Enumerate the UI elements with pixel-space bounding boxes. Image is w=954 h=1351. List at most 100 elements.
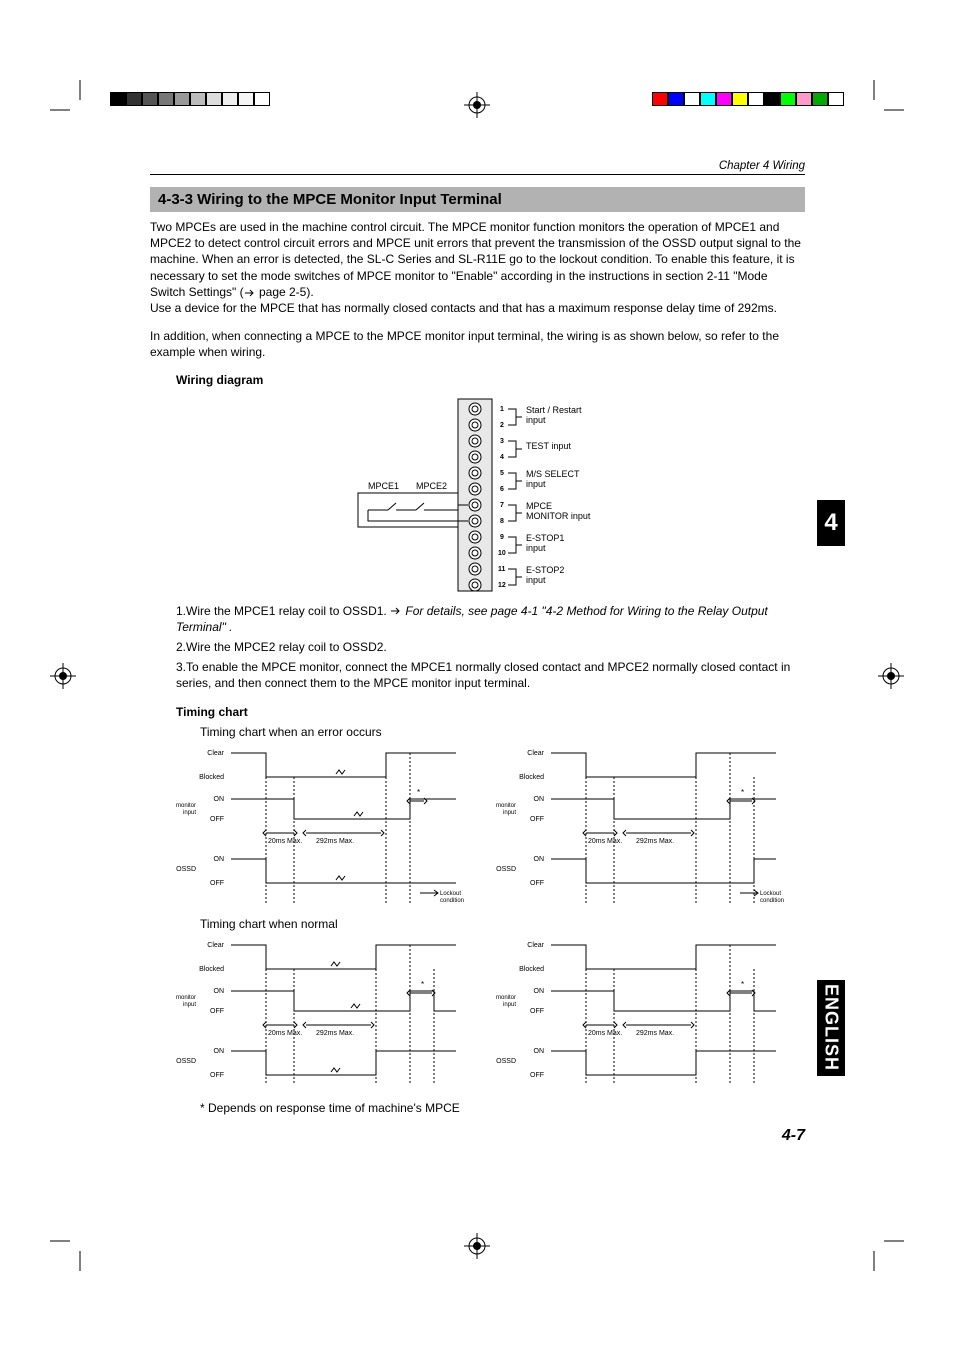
page-number: 4-7: [782, 1127, 805, 1145]
svg-text:6: 6: [500, 486, 504, 493]
svg-text:11: 11: [498, 566, 506, 573]
crop-mark-icon: [864, 1231, 904, 1271]
svg-text:E-STOP2: E-STOP2: [526, 565, 564, 575]
timing-sub-2: Timing chart when normal: [200, 917, 805, 931]
svg-text:MPCE monitor: MPCE monitor: [496, 803, 516, 809]
timing-charts-error: Clear Blocked ON MPCE monitor input OFF …: [176, 743, 805, 913]
svg-text:ON: ON: [534, 1048, 545, 1055]
svg-text:292ms Max.: 292ms Max.: [316, 838, 354, 845]
svg-text:input: input: [503, 810, 516, 816]
paragraph: Two MPCEs are used in the machine contro…: [150, 219, 805, 316]
svg-text:*: *: [741, 980, 744, 989]
svg-text:9: 9: [500, 534, 504, 541]
svg-text:Lockout: Lockout: [440, 891, 461, 897]
footnote: * Depends on response time of machine's …: [200, 1101, 805, 1115]
svg-text:292ms Max.: 292ms Max.: [636, 838, 674, 845]
svg-text:input: input: [526, 575, 546, 585]
svg-text:condition: condition: [440, 898, 464, 904]
chapter-header: Chapter 4 Wiring: [150, 160, 805, 172]
svg-text:Clear: Clear: [527, 942, 544, 949]
svg-text:OFF: OFF: [210, 1008, 224, 1015]
svg-text:ON: ON: [534, 796, 545, 803]
wiring-diagram-heading: Wiring diagram: [176, 373, 805, 387]
color-bar: [110, 92, 270, 106]
svg-text:5: 5: [500, 470, 504, 477]
svg-text:ON: ON: [534, 988, 545, 995]
svg-text:OSSD: OSSD: [176, 1058, 196, 1065]
wiring-diagram: 12 34 56 78 910 1112 Start / Restartinpu…: [150, 393, 805, 593]
svg-text:8: 8: [500, 518, 504, 525]
svg-text:1: 1: [500, 406, 504, 413]
section-title: 4-3-3 Wiring to the MPCE Monitor Input T…: [150, 187, 805, 212]
svg-text:ON: ON: [534, 856, 545, 863]
svg-text:4: 4: [500, 454, 504, 461]
crop-mark-icon: [50, 1231, 90, 1271]
svg-text:Blocked: Blocked: [199, 966, 224, 973]
svg-text:Lockout: Lockout: [760, 891, 781, 897]
svg-text:input: input: [526, 479, 546, 489]
svg-text:input: input: [183, 1002, 196, 1008]
svg-text:MPCE monitor: MPCE monitor: [496, 995, 516, 1001]
crop-mark-icon: [864, 80, 904, 120]
registration-mark-icon: [50, 663, 76, 689]
svg-text:OSSD: OSSD: [496, 866, 516, 873]
chapter-tab: 4: [817, 500, 845, 546]
svg-text:condition: condition: [760, 898, 784, 904]
svg-text:OFF: OFF: [530, 1008, 544, 1015]
english-tab: ENGLISH: [817, 980, 845, 1076]
svg-text:OFF: OFF: [210, 1072, 224, 1079]
svg-text:E-STOP1: E-STOP1: [526, 533, 564, 543]
reference-icon: [244, 288, 256, 298]
svg-text:input: input: [503, 1002, 516, 1008]
svg-text:10: 10: [498, 550, 506, 557]
svg-text:Clear: Clear: [207, 942, 224, 949]
svg-text:292ms Max.: 292ms Max.: [636, 1030, 674, 1037]
svg-text:OSSD: OSSD: [176, 866, 196, 873]
svg-text:Clear: Clear: [527, 750, 544, 757]
svg-text:Blocked: Blocked: [519, 774, 544, 781]
svg-text:*: *: [417, 788, 420, 797]
page-content: Chapter 4 Wiring 4-3-3 Wiring to the MPC…: [150, 160, 805, 1115]
svg-text:3: 3: [500, 438, 504, 445]
svg-text:20ms Max.: 20ms Max.: [588, 838, 622, 845]
svg-text:Clear: Clear: [207, 750, 224, 757]
paragraph: In addition, when connecting a MPCE to t…: [150, 328, 805, 360]
crop-mark-icon: [50, 80, 90, 120]
svg-text:ON: ON: [214, 856, 225, 863]
svg-text:MONITOR input: MONITOR input: [526, 511, 591, 521]
svg-text:input: input: [526, 543, 546, 553]
svg-text:12: 12: [498, 582, 506, 589]
svg-text:OFF: OFF: [530, 880, 544, 887]
svg-text:20ms Max.: 20ms Max.: [268, 1030, 302, 1037]
svg-text:OFF: OFF: [210, 880, 224, 887]
registration-mark-icon: [464, 1233, 490, 1259]
svg-text:M/S SELECT: M/S SELECT: [526, 469, 580, 479]
svg-text:ON: ON: [214, 988, 225, 995]
svg-text:MPCE monitor: MPCE monitor: [176, 803, 196, 809]
svg-text:*: *: [741, 788, 744, 797]
svg-text:OSSD: OSSD: [496, 1058, 516, 1065]
svg-text:Blocked: Blocked: [519, 966, 544, 973]
svg-text:MPCE monitor: MPCE monitor: [176, 995, 196, 1001]
svg-text:20ms Max.: 20ms Max.: [588, 1030, 622, 1037]
svg-text:Blocked: Blocked: [199, 774, 224, 781]
svg-text:OFF: OFF: [530, 816, 544, 823]
svg-text:OFF: OFF: [210, 816, 224, 823]
svg-text:20ms Max.: 20ms Max.: [268, 838, 302, 845]
svg-text:MPCE2: MPCE2: [416, 481, 447, 491]
svg-text:2: 2: [500, 422, 504, 429]
color-bar: [652, 92, 844, 106]
registration-mark-icon: [464, 92, 490, 118]
svg-text:MPCE: MPCE: [526, 501, 552, 511]
reference-icon: [390, 606, 402, 616]
svg-text:*: *: [421, 980, 424, 989]
svg-text:TEST input: TEST input: [526, 441, 571, 451]
svg-text:MPCE1: MPCE1: [368, 481, 399, 491]
registration-mark-icon: [878, 663, 904, 689]
svg-text:input: input: [526, 415, 546, 425]
timing-sub-1: Timing chart when an error occurs: [200, 725, 805, 739]
timing-charts-normal: Clear Blocked ON MPCE monitor input OFF …: [176, 935, 805, 1095]
timing-chart-heading: Timing chart: [176, 705, 805, 719]
svg-text:ON: ON: [214, 1048, 225, 1055]
svg-text:input: input: [183, 810, 196, 816]
